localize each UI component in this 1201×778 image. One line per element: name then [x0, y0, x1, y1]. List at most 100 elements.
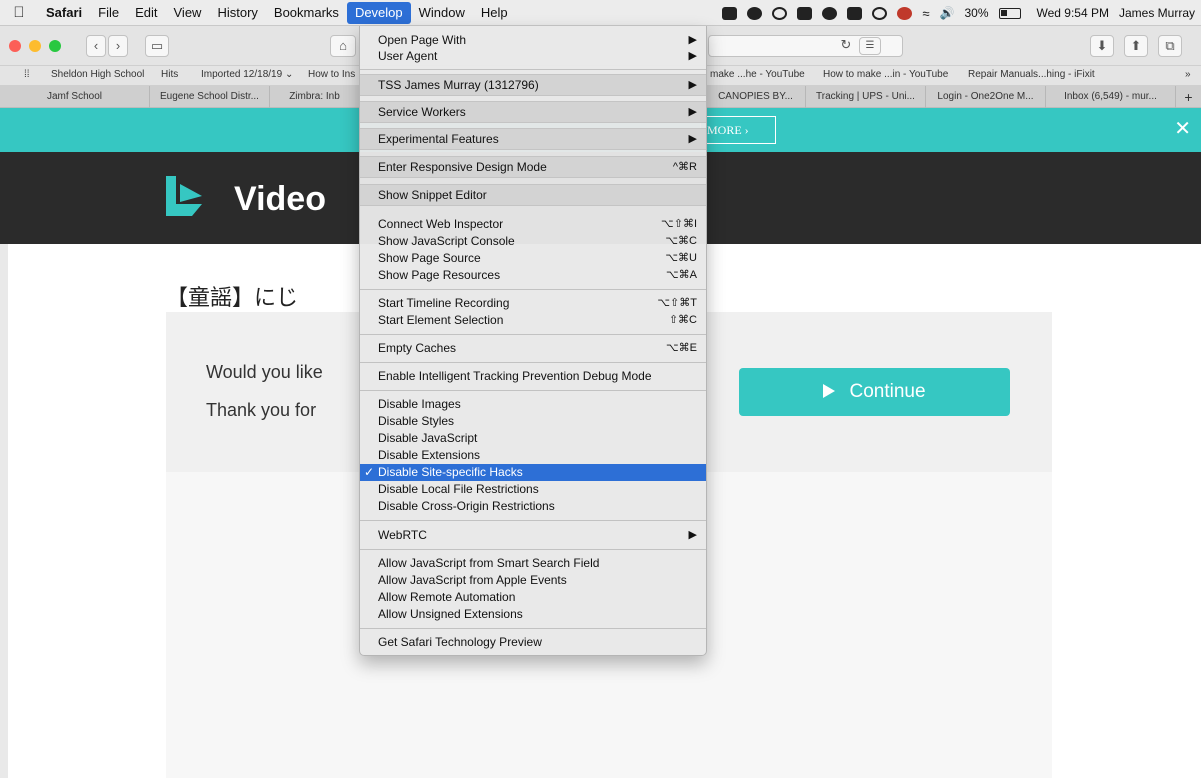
submenu-arrow-icon: ▶: [688, 133, 697, 145]
wifi-icon[interactable]: ≈: [922, 6, 929, 21]
minimize-window-button[interactable]: [29, 40, 41, 52]
sidebar-button[interactable]: ▭: [145, 35, 169, 57]
shortcut: ⌥⌘E: [665, 342, 697, 354]
menu-item-label: TSS James Murray (1312796): [378, 78, 539, 92]
menu-history[interactable]: History: [209, 2, 265, 24]
clock-text[interactable]: Wed 9:54 PM: [1037, 6, 1109, 20]
site-logo-text[interactable]: Video: [234, 180, 326, 219]
menu-item-experimental-features[interactable]: Experimental Features ▶: [360, 128, 706, 150]
menu-item-safari-technology-preview[interactable]: Get Safari Technology Preview: [360, 634, 706, 651]
battery-icon[interactable]: [998, 7, 1021, 19]
downloads-button[interactable]: ⬇: [1090, 35, 1114, 57]
menu-item-service-workers[interactable]: Service Workers ▶: [360, 101, 706, 123]
menu-item-element-selection[interactable]: Start Element Selection ⇧⌘C: [360, 312, 706, 329]
menu-item-disable-javascript[interactable]: Disable JavaScript: [360, 430, 706, 447]
menu-item-label: Disable Images: [378, 397, 461, 411]
app-status-icon[interactable]: [797, 6, 813, 20]
menu-view[interactable]: View: [166, 2, 210, 24]
menubar-app-icon[interactable]: [897, 6, 913, 20]
reader-icon[interactable]: ☰: [859, 37, 881, 55]
menu-item-label: User Agent: [378, 49, 438, 63]
menu-item-label: Connect Web Inspector: [378, 217, 504, 231]
forward-button[interactable]: ›: [108, 35, 128, 57]
menu-item-responsive-design-mode[interactable]: Enter Responsive Design Mode ^⌘R: [360, 156, 706, 178]
favorite-item[interactable]: How to Ins: [308, 69, 355, 80]
menu-file[interactable]: File: [90, 2, 127, 24]
menu-item-device[interactable]: TSS James Murray (1312796) ▶: [360, 74, 706, 96]
tab-ups-tracking[interactable]: Tracking | UPS - Uni...: [806, 86, 926, 108]
menu-separator: [360, 390, 706, 391]
menu-item-disable-local-file-restrictions[interactable]: Disable Local File Restrictions: [360, 481, 706, 498]
menu-item-javascript-console[interactable]: Show JavaScript Console ⌥⌘C: [360, 233, 706, 250]
menu-item-snippet-editor[interactable]: Show Snippet Editor: [360, 184, 706, 206]
favorite-item[interactable]: Imported 12/18/19 ⌄: [201, 69, 293, 80]
menu-item-allow-js-apple-events[interactable]: Allow JavaScript from Apple Events: [360, 572, 706, 589]
tab-jamf-school[interactable]: Jamf School: [0, 86, 150, 108]
menu-edit[interactable]: Edit: [127, 2, 165, 24]
close-icon[interactable]: ✕: [1174, 118, 1191, 140]
back-button[interactable]: ‹: [86, 35, 106, 57]
user-name[interactable]: James Murray: [1119, 6, 1195, 20]
favorite-item[interactable]: Sheldon High School: [51, 69, 144, 80]
menu-item-disable-cross-origin-restrictions[interactable]: Disable Cross-Origin Restrictions: [360, 498, 706, 515]
favorites-grid-icon[interactable]: ⁞⁞: [24, 69, 30, 80]
continue-button[interactable]: Continue: [739, 368, 1010, 416]
menu-item-allow-remote-automation[interactable]: Allow Remote Automation: [360, 589, 706, 606]
favorites-overflow-button[interactable]: »: [1185, 69, 1191, 80]
home-button[interactable]: ⌂: [330, 35, 356, 57]
circle-app-icon[interactable]: [772, 6, 788, 20]
cloud-icon[interactable]: [747, 6, 763, 20]
menu-item-page-resources[interactable]: Show Page Resources ⌥⌘A: [360, 267, 706, 284]
menu-item-disable-styles[interactable]: Disable Styles: [360, 413, 706, 430]
submenu-arrow-icon: ▶: [688, 50, 697, 62]
menu-item-label: WebRTC: [378, 528, 427, 542]
menu-item-webrtc[interactable]: WebRTC ▶: [360, 527, 706, 544]
menu-item-allow-js-smart-search[interactable]: Allow JavaScript from Smart Search Field: [360, 555, 706, 572]
menu-item-timeline-recording[interactable]: Start Timeline Recording ⌥⇧⌘T: [360, 295, 706, 312]
apple-menu-icon[interactable]: : [0, 4, 38, 21]
new-tab-button[interactable]: +: [1176, 86, 1201, 108]
menu-item-label: Start Timeline Recording: [378, 296, 510, 310]
zoom-window-button[interactable]: [49, 40, 61, 52]
tab-zimbra[interactable]: Zimbra: Inb: [270, 86, 360, 108]
share-button[interactable]: ⬆: [1124, 35, 1148, 57]
banner-more-button[interactable]: MORE ›: [700, 116, 776, 144]
menu-item-disable-images[interactable]: Disable Images: [360, 396, 706, 413]
menu-item-allow-unsigned-extensions[interactable]: Allow Unsigned Extensions: [360, 606, 706, 623]
menu-item-user-agent[interactable]: User Agent ▶: [360, 48, 706, 65]
address-bar[interactable]: ↻ ☰: [708, 35, 903, 57]
menu-item-disable-extensions[interactable]: Disable Extensions: [360, 447, 706, 464]
favorite-item[interactable]: make ...he - YouTube: [710, 69, 805, 80]
menu-item-itp-debug-mode[interactable]: Enable Intelligent Tracking Prevention D…: [360, 368, 706, 385]
favorite-item[interactable]: How to make ...in - YouTube: [823, 69, 948, 80]
tab-eugene-school[interactable]: Eugene School Distr...: [150, 86, 270, 108]
shield-icon[interactable]: [847, 6, 863, 20]
menu-help[interactable]: Help: [473, 2, 516, 24]
menu-bookmarks[interactable]: Bookmarks: [266, 2, 347, 24]
menu-item-disable-site-specific-hacks[interactable]: ✓ Disable Site-specific Hacks: [360, 464, 706, 481]
favorite-item[interactable]: Hits: [161, 69, 178, 80]
menu-item-label: Allow JavaScript from Apple Events: [378, 573, 567, 587]
menu-window[interactable]: Window: [411, 2, 473, 24]
menu-safari[interactable]: Safari: [38, 2, 90, 24]
tab-inbox[interactable]: Inbox (6,549) - mur...: [1046, 86, 1176, 108]
menu-item-label: Disable Local File Restrictions: [378, 482, 539, 496]
reload-icon[interactable]: ↻: [837, 37, 855, 55]
tab-canopies[interactable]: CANOPIES BY...: [706, 86, 806, 108]
menu-item-open-page-with[interactable]: Open Page With ▶: [360, 32, 706, 49]
battery-percent: 30%: [964, 6, 989, 20]
screen-record-icon[interactable]: [722, 6, 738, 20]
menu-item-page-source[interactable]: Show Page Source ⌥⌘U: [360, 250, 706, 267]
menu-item-empty-caches[interactable]: Empty Caches ⌥⌘E: [360, 340, 706, 357]
hat-icon[interactable]: [822, 6, 838, 20]
tab-one2one-login[interactable]: Login - One2One M...: [926, 86, 1046, 108]
menu-item-label: Disable JavaScript: [378, 431, 478, 445]
play-icon: [823, 384, 836, 398]
close-window-button[interactable]: [9, 40, 21, 52]
menu-develop[interactable]: Develop: [346, 1, 411, 24]
clock-icon[interactable]: [872, 6, 888, 20]
menu-item-connect-web-inspector[interactable]: Connect Web Inspector ⌥⇧⌘I: [360, 216, 706, 233]
favorite-item[interactable]: Repair Manuals...hing - iFixit: [968, 69, 1095, 80]
volume-icon[interactable]: 🔊: [940, 6, 955, 20]
show-tabs-button[interactable]: ⧉: [1158, 35, 1182, 57]
